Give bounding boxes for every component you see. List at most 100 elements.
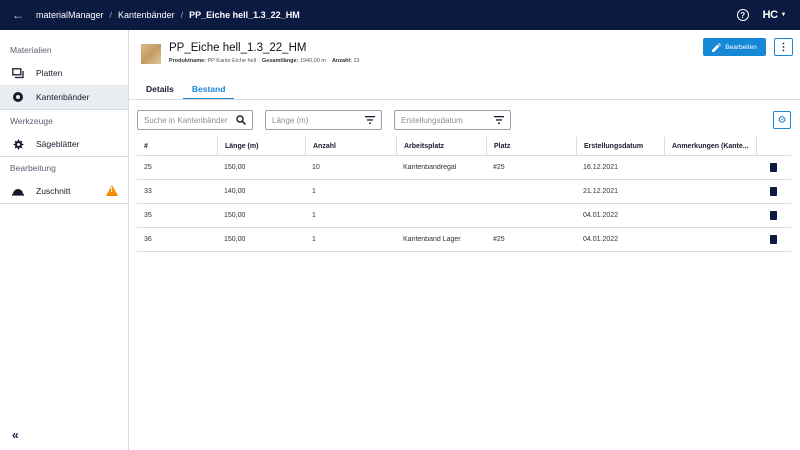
company-menu[interactable]: HC ▼: [762, 9, 787, 21]
meta-count: Anzahl: 13: [332, 58, 360, 64]
meta-product: Produktname: PP Kante Eiche hell: [169, 58, 256, 64]
sidebar-divider: [0, 203, 128, 204]
edit-button-label: Bearbeiten: [725, 43, 757, 51]
item-meta: Produktname: PP Kante Eiche hell Gesamtl…: [169, 58, 359, 64]
stock-table: # Länge (m) Anzahl Arbeitsplatz Platz Er…: [137, 136, 791, 252]
date-filter[interactable]: Erstellungsdatum: [394, 110, 511, 130]
column-header[interactable]: Länge (m): [217, 136, 305, 156]
cell-id: 35: [144, 212, 152, 219]
breadcrumb-item-current: PP_Eiche hell_1.3_22_HM: [189, 10, 300, 20]
cell-place: #25: [493, 164, 505, 171]
breadcrumb: materialManager / Kantenbänder / PP_Eich…: [36, 10, 300, 20]
trash-icon[interactable]: [769, 185, 778, 196]
cell-id: 36: [144, 236, 152, 243]
cell-workplace: Kantenbandregal: [403, 164, 457, 171]
table-header-row: # Länge (m) Anzahl Arbeitsplatz Platz Er…: [137, 136, 791, 156]
column-header[interactable]: Anzahl: [305, 136, 396, 156]
cell-place: #25: [493, 236, 505, 243]
breadcrumb-item-app[interactable]: materialManager: [36, 10, 104, 20]
pencil-icon: [712, 42, 722, 52]
collapse-sidebar-icon[interactable]: «: [12, 428, 19, 442]
cutting-icon: [12, 185, 24, 197]
cell-length: 150,00: [224, 212, 246, 219]
table-row[interactable]: 33 140,00 1 21.12.2021: [137, 180, 791, 204]
date-placeholder: Erstellungsdatum: [401, 115, 463, 125]
item-header: PP_Eiche hell_1.3_22_HM Produktname: PP …: [141, 42, 359, 64]
tab-divider: [129, 99, 800, 100]
meta-value: 1940,00 m: [299, 58, 326, 64]
sidebar-item-label: Platten: [36, 68, 63, 78]
cell-date: 16.12.2021: [583, 164, 619, 171]
column-header[interactable]: Anmerkungen (Kante...: [664, 136, 756, 156]
meta-key: Produktname:: [169, 58, 206, 64]
search-placeholder: Suche in Kantenbänder: [144, 115, 228, 125]
cell-count: 1: [312, 188, 316, 195]
material-thumbnail: [141, 44, 161, 64]
breadcrumb-item-category[interactable]: Kantenbänder: [118, 10, 175, 20]
sidebar-section-materials: Materialien: [10, 45, 52, 55]
help-icon[interactable]: ?: [736, 9, 749, 21]
trash-icon[interactable]: [769, 161, 778, 172]
cell-date: 04.01.2022: [583, 236, 619, 243]
table-settings-gear-icon[interactable]: ⚙: [773, 111, 791, 129]
sidebar-item-platten[interactable]: Platten: [0, 61, 128, 85]
column-header-actions: [756, 136, 791, 156]
tab-details[interactable]: Details: [137, 82, 183, 100]
trash-icon[interactable]: [769, 209, 778, 220]
search-input[interactable]: Suche in Kantenbänder: [137, 110, 253, 130]
meta-key: Gesamtlänge:: [262, 58, 299, 64]
tab-bar: Details Bestand: [137, 82, 235, 100]
length-placeholder: Länge (m): [272, 115, 309, 125]
cell-id: 25: [144, 164, 152, 171]
sidebar-item-zuschnitt[interactable]: Zuschnitt: [0, 179, 128, 203]
length-filter[interactable]: Länge (m): [265, 110, 382, 130]
tab-bestand[interactable]: Bestand: [182, 82, 235, 100]
sidebar-item-label: Zuschnitt: [36, 186, 71, 196]
edit-button[interactable]: Bearbeiten: [703, 38, 766, 56]
sidebar-item-label: Sägeblätter: [36, 139, 80, 149]
table-row[interactable]: 35 150,00 1 04.01.2022: [137, 204, 791, 228]
cell-date: 04.01.2022: [583, 212, 619, 219]
chevron-down-icon: ▼: [780, 12, 787, 18]
cell-length: 150,00: [224, 164, 246, 171]
sidebar: Materialien Platten Kantenbänder Werkzeu…: [0, 30, 129, 450]
cell-count: 1: [312, 212, 316, 219]
back-arrow-icon[interactable]: ←: [0, 8, 36, 22]
meta-value: 13: [353, 58, 360, 64]
breadcrumb-separator: /: [180, 10, 184, 20]
cell-count: 1: [312, 236, 316, 243]
cell-length: 140,00: [224, 188, 246, 195]
filter-bar: Suche in Kantenbänder Länge (m) Erstellu…: [137, 110, 511, 130]
sawblade-icon: [12, 138, 24, 150]
breadcrumb-separator: /: [109, 10, 113, 20]
sidebar-item-saegeblaetter[interactable]: Sägeblätter: [0, 132, 128, 156]
top-app-bar: ← materialManager / Kantenbänder / PP_Ei…: [0, 0, 800, 30]
edgeband-roll-icon: [12, 91, 24, 103]
sidebar-section-processing: Bearbeitung: [10, 163, 56, 173]
cell-length: 150,00: [224, 236, 246, 243]
main-content: PP_Eiche hell_1.3_22_HM Produktname: PP …: [129, 30, 800, 450]
cell-date: 21.12.2021: [583, 188, 619, 195]
search-icon[interactable]: [236, 115, 246, 125]
column-header[interactable]: Erstellungsdatum: [576, 136, 664, 156]
column-header[interactable]: Platz: [486, 136, 576, 156]
sidebar-item-label: Kantenbänder: [36, 92, 90, 102]
page-title: PP_Eiche hell_1.3_22_HM: [169, 42, 307, 54]
trash-icon[interactable]: [769, 233, 778, 244]
meta-key: Anzahl:: [331, 58, 352, 64]
cell-count: 10: [312, 164, 320, 171]
meta-total-length: Gesamtlänge: 1940,00 m: [262, 58, 326, 64]
meta-value: PP Kante Eiche hell: [207, 58, 257, 64]
warning-icon: [106, 185, 118, 196]
table-row[interactable]: 25 150,00 10 Kantenbandregal #25 16.12.2…: [137, 156, 791, 180]
more-options-icon[interactable]: ⋮: [774, 38, 793, 56]
company-logo: HC: [762, 9, 778, 21]
table-row[interactable]: 36 150,00 1 Kantenband Lager #25 04.01.2…: [137, 228, 791, 252]
filter-icon[interactable]: [494, 116, 504, 124]
filter-icon[interactable]: [365, 116, 375, 124]
column-header[interactable]: #: [137, 137, 217, 156]
cell-workplace: Kantenband Lager: [403, 236, 461, 243]
sidebar-item-kantenbaender[interactable]: Kantenbänder: [0, 85, 128, 109]
cell-id: 33: [144, 188, 152, 195]
column-header[interactable]: Arbeitsplatz: [396, 136, 486, 156]
